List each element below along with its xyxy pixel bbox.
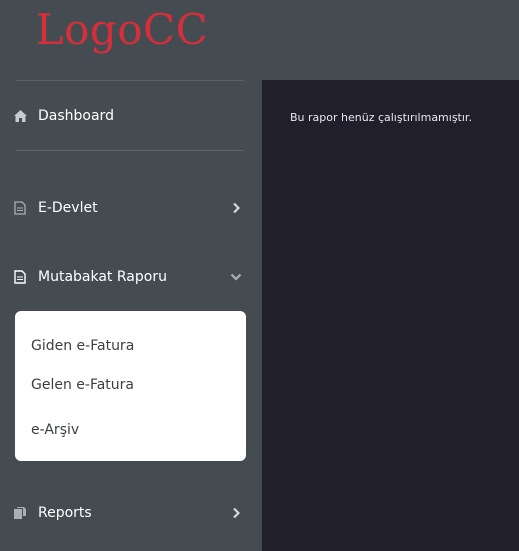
report-status-message: Bu rapor henüz çalıştırılmamıştır. [290, 111, 472, 124]
submenu-item-gelen-e-fatura[interactable]: Gelen e-Fatura [31, 377, 134, 393]
sidebar-item-e-devlet[interactable]: E-Devlet [0, 188, 262, 228]
copy-icon [12, 505, 28, 521]
chevron-right-icon [230, 507, 242, 519]
divider [16, 80, 244, 81]
document-icon [12, 200, 28, 216]
sidebar-item-mutabakat-raporu[interactable]: Mutabakat Raporu [0, 257, 262, 297]
home-icon [12, 108, 28, 124]
divider [16, 150, 244, 151]
chevron-right-icon [230, 202, 242, 214]
logo-text: LogoCC [35, 5, 209, 54]
submenu-item-e-arsiv[interactable]: e-Arşiv [31, 422, 79, 438]
submenu-item-giden-e-fatura[interactable]: Giden e-Fatura [31, 338, 134, 354]
sidebar-item-dashboard[interactable]: Dashboard [0, 96, 262, 136]
sidebar-item-label: Dashboard [38, 108, 114, 124]
sidebar-item-label: E-Devlet [38, 200, 98, 216]
sidebar-item-reports[interactable]: Reports [0, 493, 262, 533]
main-content: Bu rapor henüz çalıştırılmamıştır. [262, 80, 519, 551]
app-window: LogoCC Dashboard E-Devlet Mutabakat Rapo… [0, 0, 519, 551]
document-icon [12, 269, 28, 285]
sidebar-item-label: Mutabakat Raporu [38, 269, 167, 285]
sidebar-item-label: Reports [38, 505, 92, 521]
sidebar: LogoCC Dashboard E-Devlet Mutabakat Rapo… [0, 0, 262, 551]
chevron-down-icon [230, 271, 242, 283]
submenu-mutabakat-raporu: Giden e-Fatura Gelen e-Fatura e-Arşiv [15, 311, 246, 461]
top-bar [262, 0, 519, 80]
logo[interactable]: LogoCC [0, 0, 262, 80]
